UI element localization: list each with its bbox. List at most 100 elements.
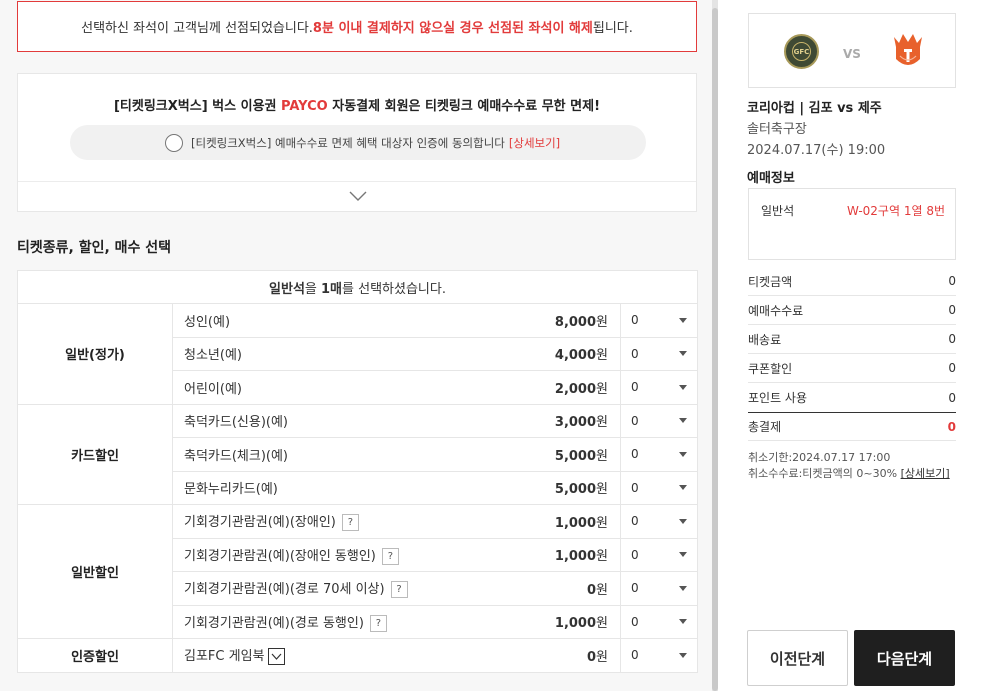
price-unit: 원: [596, 482, 608, 498]
prev-step-button[interactable]: 이전단계: [747, 630, 848, 686]
quantity-select[interactable]: 0: [631, 347, 689, 361]
promo-title-suffix: 자동결제 회원은 티켓링크 예매수수료 무한 면제!: [327, 99, 601, 114]
booking-sidebar: GFC VS 코리아컵 | 김포 vs 제주 솔터축구장 2024.07.17(…: [718, 0, 983, 691]
ticket-amount-row: 티켓금액 0: [748, 267, 956, 296]
price-value: 0: [586, 649, 597, 665]
gimpo-fc-logo: GFC: [784, 34, 819, 69]
price-value: 3,000: [554, 415, 597, 431]
quantity-select[interactable]: 0: [631, 548, 689, 562]
seat-location: W-02구역 1열 8번: [846, 204, 945, 218]
quantity-select[interactable]: 0: [631, 313, 689, 327]
price-value: 4,000: [554, 348, 597, 364]
ticket-price: 5,000원: [502, 437, 621, 472]
quantity-value: 0: [631, 413, 639, 428]
agree-radio[interactable]: [165, 133, 183, 152]
quantity-value: 0: [631, 447, 639, 462]
ticket-type-name: 기회경기관람권(예)(장애인)?: [172, 504, 503, 539]
ticket-type-name: 문화누리카드(예): [172, 470, 503, 505]
ticket-price: 1,000원: [502, 504, 621, 539]
price-unit: 원: [596, 348, 608, 364]
ticket-type-label: 청소년(예): [184, 348, 242, 364]
notice-count: 1매: [321, 281, 343, 297]
notice-suffix: 를 선택하셨습니다.: [342, 281, 446, 297]
promo-box: [티켓링크X벅스] 벅스 이용권 PAYCO 자동결제 회원은 티켓링크 예매수…: [17, 73, 697, 212]
dropdown-arrow-icon: [679, 619, 688, 625]
promo-title-brand: PAYCO: [281, 99, 328, 114]
cancel-info: 취소기한:2024.07.17 17:00 취소수수료:티켓금액의 0~30% …: [748, 450, 950, 482]
ticket-price: 0원: [502, 571, 621, 606]
quantity-select[interactable]: 0: [631, 581, 689, 595]
alert-text-prefix: 선택하신 좌석이 고객님께 선점되었습니다.: [81, 21, 313, 36]
cancel-fee-line: 취소수수료:티켓금액의 0~30% [상세보기]: [748, 466, 950, 482]
quantity-select[interactable]: 0: [631, 514, 689, 528]
price-unit: 원: [596, 549, 608, 565]
quantity-cell: 0: [619, 537, 699, 572]
alert-text-highlight: 8분 이내 결제하지 않으실 경우 선점된 좌석이 해제: [312, 21, 593, 36]
promo-agree-option[interactable]: [티켓링크X벅스] 예매수수료 면제 혜택 대상자 인증에 동의합니다 [상세보…: [70, 125, 646, 160]
promo-divider: [18, 181, 696, 182]
total-label: 총결제: [748, 420, 782, 434]
dropdown-arrow-icon: [679, 518, 688, 524]
help-icon[interactable]: ?: [369, 614, 387, 632]
ticket-type-table: 일반석을 1매를 선택하셨습니다. 일반(정가) 성인(예) 8,000원 0 청소년(…: [16, 270, 699, 673]
table-row: 일반할인 기회경기관람권(예)(장애인)? 1,000원 0: [17, 504, 699, 639]
dropdown-arrow-icon: [679, 384, 688, 390]
price-value: 0: [586, 582, 597, 598]
ticket-type-label: 기회경기관람권(예)(경로 70세 이상): [184, 582, 385, 598]
notice-seat: 일반석: [269, 281, 305, 297]
ticket-type-name: 청소년(예): [172, 336, 503, 371]
selection-notice: 일반석을 1매를 선택하셨습니다.: [16, 270, 699, 304]
price-value: 5,000: [554, 448, 597, 464]
help-icon[interactable]: ?: [341, 514, 359, 532]
quantity-value: 0: [631, 547, 639, 562]
help-icon[interactable]: ?: [381, 547, 399, 565]
cancel-detail-link[interactable]: [상세보기]: [901, 467, 950, 480]
match-box: GFC VS: [748, 13, 956, 88]
next-step-button[interactable]: 다음단계: [854, 630, 955, 686]
chevron-down-icon[interactable]: [349, 190, 367, 202]
point-row: 포인트 사용 0: [748, 383, 956, 412]
ticket-type-label: 성인(예): [184, 314, 231, 330]
cancel-deadline: 취소기한:2024.07.17 17:00: [748, 451, 891, 464]
delivery-value: 0: [948, 332, 956, 346]
price-value: 1,000: [554, 616, 597, 632]
quantity-select[interactable]: 0: [631, 481, 689, 495]
ticket-type-label: 문화누리카드(예): [184, 482, 278, 498]
ticket-type-label: 김포FC 게임북: [184, 649, 265, 665]
promo-title: [티켓링크X벅스] 벅스 이용권 PAYCO 자동결제 회원은 티켓링크 예매수…: [18, 95, 696, 114]
ticket-type-name: 어린이(예): [172, 370, 503, 405]
fee-label: 예매수수료: [748, 303, 804, 318]
quantity-select[interactable]: 0: [631, 414, 689, 428]
quantity-value: 0: [631, 380, 639, 395]
price-summary: 티켓금액 0 예매수수료 0 배송료 0 쿠폰할인 0 포인트 사용 0 총결제 0: [748, 267, 956, 441]
vs-label: VS: [843, 47, 861, 61]
ticket-type-name: 성인(예): [172, 303, 503, 338]
quantity-cell: 0: [619, 638, 699, 673]
ticket-type-label: 축덕카드(신용)(예): [184, 415, 289, 431]
dropdown-arrow-icon: [679, 418, 688, 424]
price-value: 1,000: [554, 515, 597, 531]
venue: 솔터축구장: [747, 122, 807, 137]
ticket-type-label: 기회경기관람권(예)(경로 동행인): [184, 615, 364, 631]
table-row: 인증할인 김포FC 게임북 0원 0: [17, 638, 699, 673]
ticket-price: 1,000원: [502, 604, 621, 639]
quantity-select[interactable]: 0: [631, 615, 689, 629]
ticket-type-name: 기회경기관람권(예)(경로 동행인)?: [172, 604, 503, 639]
quantity-select[interactable]: 0: [631, 648, 689, 662]
ticket-price: 2,000원: [502, 370, 621, 405]
ticket-type-label: 어린이(예): [184, 381, 242, 397]
quantity-select[interactable]: 0: [631, 447, 689, 461]
price-unit: 원: [596, 415, 608, 431]
quantity-cell: 0: [619, 604, 699, 639]
quantity-select[interactable]: 0: [631, 380, 689, 394]
group-label: 일반(정가): [17, 303, 173, 405]
coupon-value: 0: [948, 361, 956, 375]
help-icon[interactable]: ?: [390, 581, 408, 599]
agree-detail-link[interactable]: [상세보기]: [509, 135, 560, 151]
dropdown-arrow-icon: [679, 351, 688, 357]
chevron-down-icon[interactable]: [267, 648, 285, 666]
promo-title-prefix: [티켓링크X벅스] 벅스 이용권: [113, 99, 282, 114]
notice-mid: 을: [304, 281, 322, 297]
booking-info-label: 예매정보: [747, 171, 795, 186]
price-unit: 원: [596, 515, 608, 531]
